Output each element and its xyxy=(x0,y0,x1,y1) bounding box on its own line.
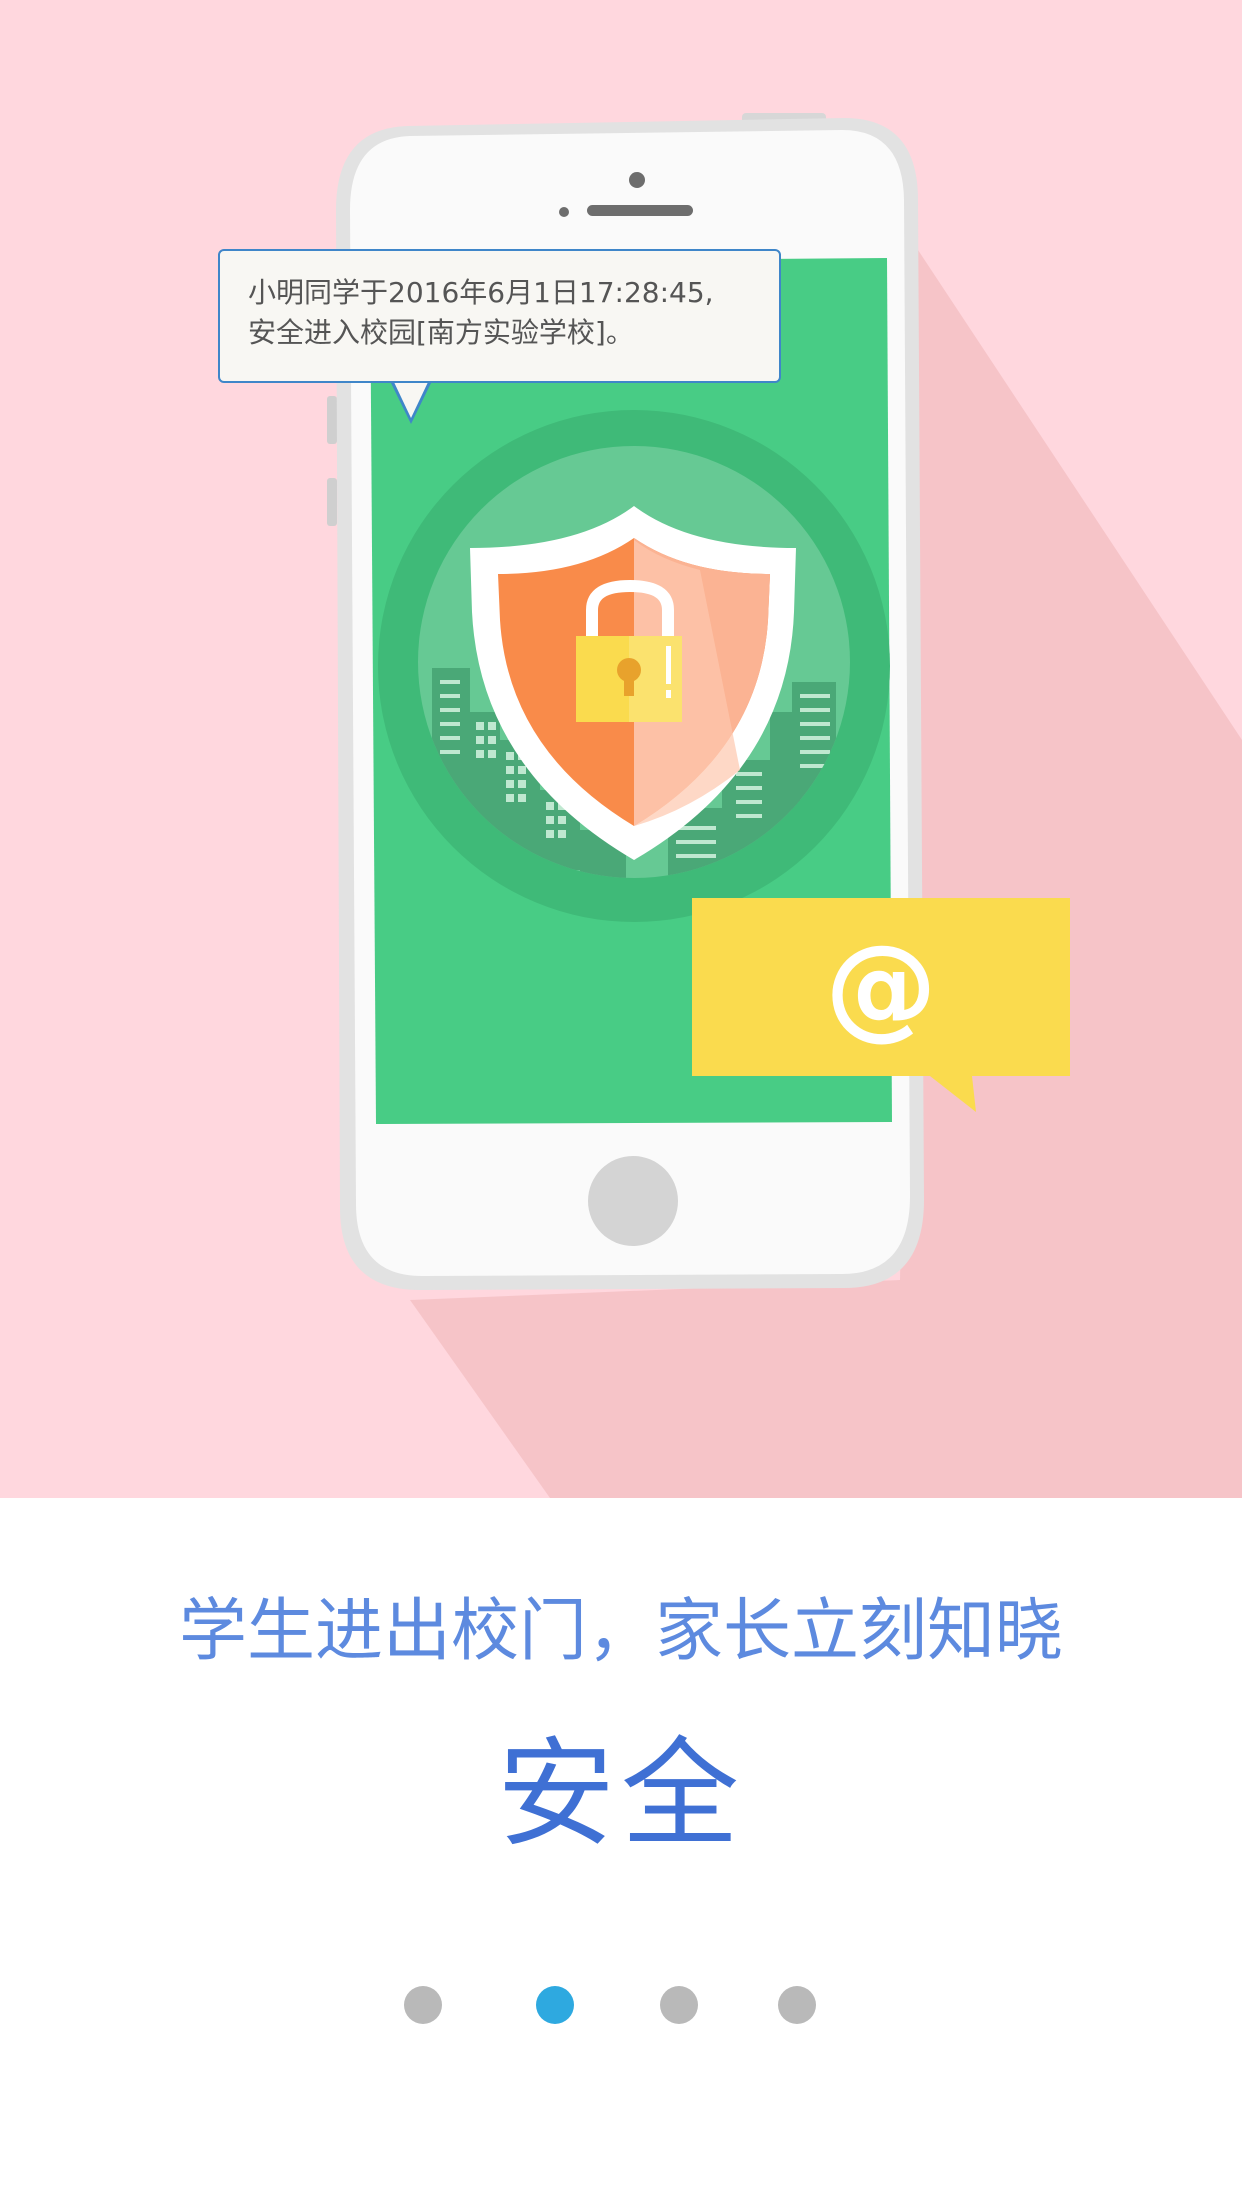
page-dot-1[interactable] xyxy=(404,1986,442,2024)
entry-notification-bubble: 小明同学于2016年6月1日17:28:45, 安全进入校园[南方实验学校]。 xyxy=(218,249,781,383)
email-at-icon: @ xyxy=(825,922,937,1052)
notification-line-1: 小明同学于2016年6月1日17:28:45, xyxy=(248,276,714,309)
feature-tagline: 学生进出校门，家长立刻知晓 xyxy=(178,1592,1063,1671)
page-dot-2[interactable] xyxy=(536,1986,574,2024)
hero-illustration: 小明同学于2016年6月1日17:28:45, 安全进入校园[南方实验学校]。 … xyxy=(0,0,1242,1498)
email-message-bubble: @ xyxy=(692,898,1070,1076)
page-dot-3[interactable] xyxy=(660,1986,698,2024)
page-indicator xyxy=(0,1986,1242,2026)
notification-line-2: 安全进入校园[南方实验学校]。 xyxy=(248,316,634,349)
page-dot-4[interactable] xyxy=(778,1986,816,2024)
feature-title: 安全 xyxy=(496,1725,745,1863)
phone-illustration xyxy=(327,113,1242,1498)
